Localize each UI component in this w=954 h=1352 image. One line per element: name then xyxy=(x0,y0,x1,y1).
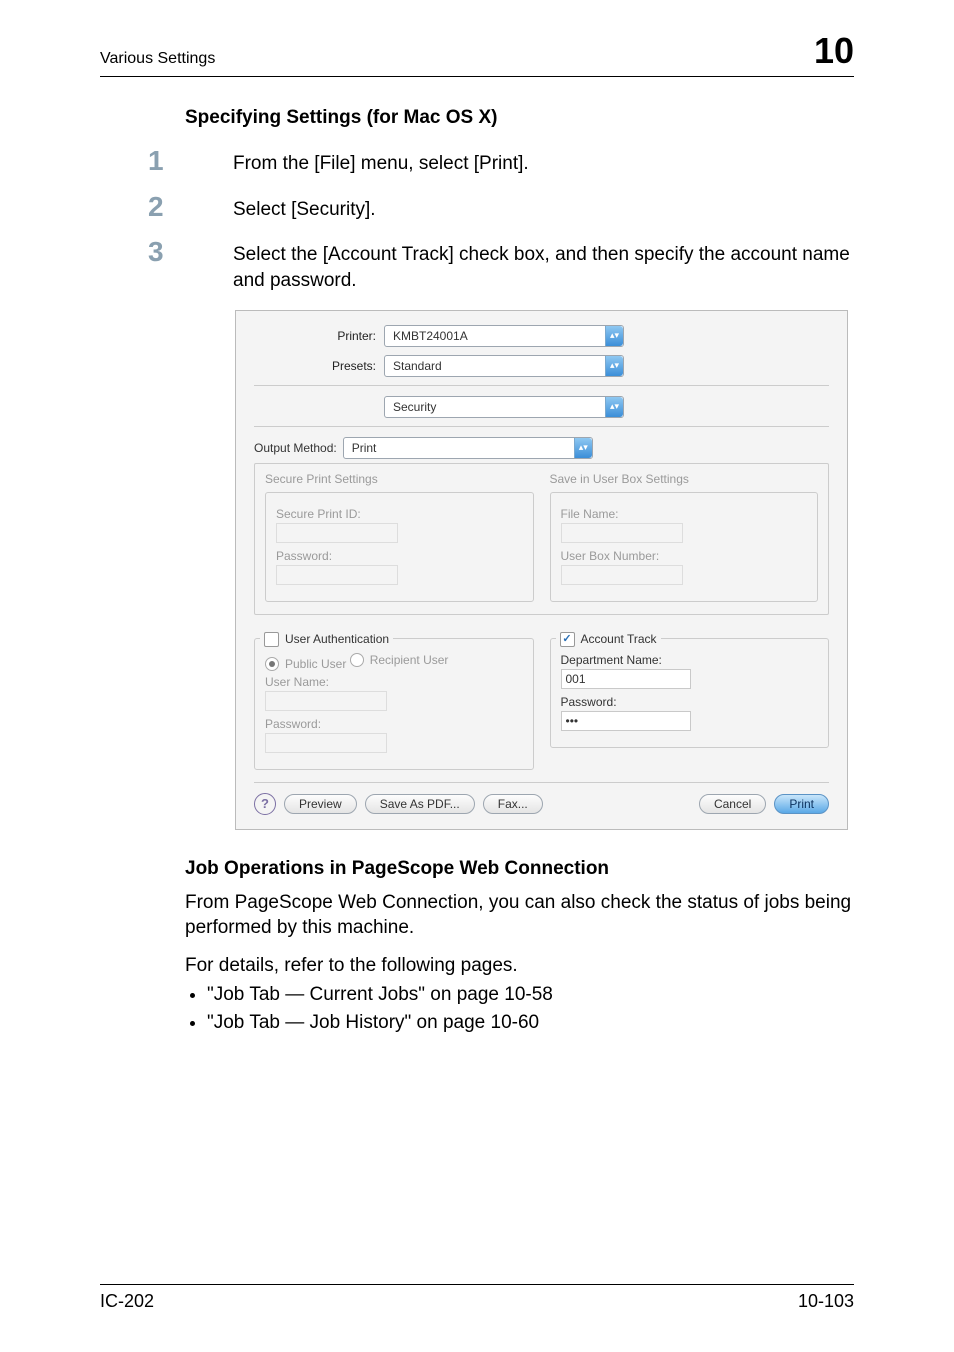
bullet-list: "Job Tab — Current Jobs" on page 10-58 "… xyxy=(185,982,854,1035)
pane-value: Security xyxy=(393,400,436,414)
step-number: 1 xyxy=(100,147,233,177)
printer-label: Printer: xyxy=(254,329,384,343)
step-text: From the [File] menu, select [Print]. xyxy=(233,147,854,177)
output-method-label: Output Method: xyxy=(254,441,337,455)
secure-password-label: Password: xyxy=(276,549,523,563)
select-stepper-icon: ▴▾ xyxy=(605,326,623,346)
user-auth-password-label: Password: xyxy=(265,717,523,731)
pane-select[interactable]: Security ▴▾ xyxy=(384,396,624,418)
body-paragraph: From PageScope Web Connection, you can a… xyxy=(185,890,854,941)
public-user-radio: Public User xyxy=(265,657,346,671)
user-authentication-checkbox[interactable] xyxy=(264,632,279,647)
account-track-password-label: Password: xyxy=(561,695,819,709)
step-text: Select the [Account Track] check box, an… xyxy=(233,238,854,293)
user-authentication-title: User Authentication xyxy=(285,632,389,646)
presets-value: Standard xyxy=(393,359,442,373)
file-name-label: File Name: xyxy=(561,507,808,521)
file-name-input xyxy=(561,523,683,543)
footer-left: IC-202 xyxy=(100,1291,154,1312)
cancel-button[interactable]: Cancel xyxy=(699,794,766,814)
page-footer: IC-202 10-103 xyxy=(100,1284,854,1312)
step-row: 3 Select the [Account Track] check box, … xyxy=(100,238,854,293)
printer-value: KMBT24001A xyxy=(393,329,468,343)
presets-label: Presets: xyxy=(254,359,384,373)
user-auth-password-input xyxy=(265,733,387,753)
printer-select[interactable]: KMBT24001A ▴▾ xyxy=(384,325,624,347)
user-box-number-label: User Box Number: xyxy=(561,549,808,563)
step-number: 3 xyxy=(100,238,233,293)
print-dialog: Printer: KMBT24001A ▴▾ Presets: Standard… xyxy=(235,310,848,830)
section-heading: Specifying Settings (for Mac OS X) xyxy=(185,107,854,129)
step-number: 2 xyxy=(100,193,233,223)
footer-right: 10-103 xyxy=(798,1291,854,1312)
secure-print-id-input xyxy=(276,523,398,543)
secure-password-input xyxy=(276,565,398,585)
subsection-heading: Job Operations in PageScope Web Connecti… xyxy=(185,858,854,880)
user-name-label: User Name: xyxy=(265,675,523,689)
output-method-value: Print xyxy=(352,441,377,455)
department-name-label: Department Name: xyxy=(561,653,819,667)
step-row: 2 Select [Security]. xyxy=(100,193,854,223)
chapter-number: 10 xyxy=(814,30,854,72)
save-as-pdf-button[interactable]: Save As PDF... xyxy=(365,794,475,814)
secure-print-id-label: Secure Print ID: xyxy=(276,507,523,521)
page-header: Various Settings 10 xyxy=(100,30,854,77)
recipient-user-radio: Recipient User xyxy=(350,653,449,667)
user-name-input xyxy=(265,691,387,711)
secure-print-settings-title: Secure Print Settings xyxy=(265,472,534,486)
step-text: Select [Security]. xyxy=(233,193,854,223)
select-stepper-icon: ▴▾ xyxy=(605,397,623,417)
account-track-title: Account Track xyxy=(581,632,657,646)
public-user-label: Public User xyxy=(285,657,346,671)
preview-button[interactable]: Preview xyxy=(284,794,357,814)
list-item: "Job Tab — Current Jobs" on page 10-58 xyxy=(207,982,854,1008)
header-title: Various Settings xyxy=(100,50,215,68)
fax-button[interactable]: Fax... xyxy=(483,794,543,814)
account-track-password-input[interactable]: ••• xyxy=(561,711,691,731)
radio-icon xyxy=(265,657,279,671)
list-item: "Job Tab — Job History" on page 10-60 xyxy=(207,1010,854,1036)
help-icon[interactable]: ? xyxy=(254,793,276,815)
select-stepper-icon: ▴▾ xyxy=(574,438,592,458)
department-name-input[interactable]: 001 xyxy=(561,669,691,689)
select-stepper-icon: ▴▾ xyxy=(605,356,623,376)
body-paragraph: For details, refer to the following page… xyxy=(185,953,854,979)
save-in-user-box-title: Save in User Box Settings xyxy=(550,472,819,486)
print-button[interactable]: Print xyxy=(774,794,829,814)
user-box-number-input xyxy=(561,565,683,585)
recipient-user-label: Recipient User xyxy=(370,653,449,667)
account-track-checkbox[interactable] xyxy=(560,632,575,647)
presets-select[interactable]: Standard ▴▾ xyxy=(384,355,624,377)
step-row: 1 From the [File] menu, select [Print]. xyxy=(100,147,854,177)
radio-icon xyxy=(350,653,364,667)
output-method-select[interactable]: Print ▴▾ xyxy=(343,437,593,459)
